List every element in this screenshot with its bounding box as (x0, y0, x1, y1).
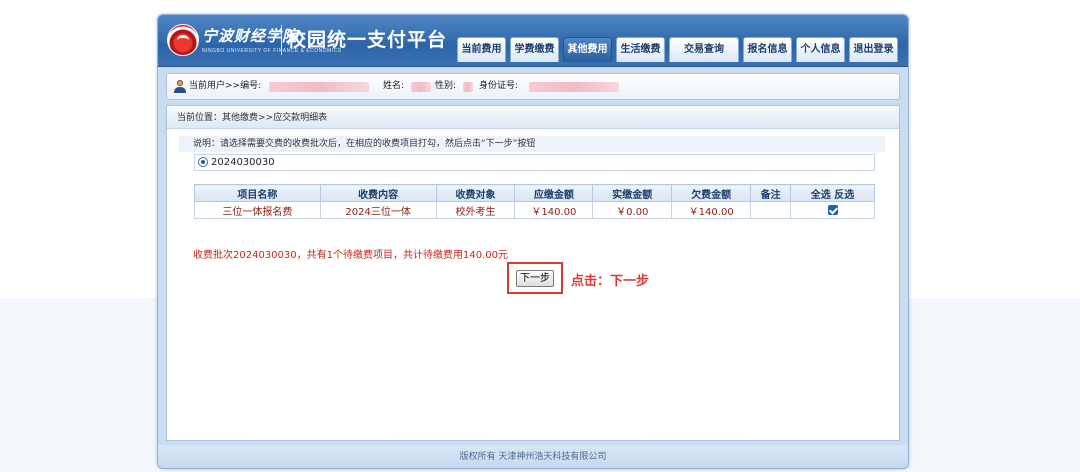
header-divider (281, 25, 282, 55)
user-info-bar: 当前用户>>编号: 姓名: 性别: 身份证号: (166, 73, 900, 100)
col-content: 收费内容 (319, 184, 437, 202)
col-target: 收费对象 (435, 184, 516, 202)
user-id-label: 当前用户>>编号: (189, 81, 262, 91)
fee-table: 项目名称 收费内容 收费对象 应缴金额 实缴金额 欠费金额 备注 全选 反选 三… (194, 184, 875, 219)
cell-owed: ￥140.00 (671, 201, 752, 219)
cell-content: 2024三位一体 (319, 201, 437, 219)
breadcrumb: 当前位置：其他缴费>>应交款明细表 (167, 108, 899, 129)
redacted-idcard (529, 82, 619, 92)
app-frame: 宁波财经学院 NINGBO UNIVERSITY OF FINANCE & EC… (157, 14, 909, 469)
tab-living-fees[interactable]: 生活缴费 (616, 37, 665, 62)
user-gender-label: 性别: (435, 81, 457, 91)
select-all-toggle[interactable]: 全选 反选 (790, 184, 875, 202)
header: 宁波财经学院 NINGBO UNIVERSITY OF FINANCE & EC… (158, 15, 908, 67)
tab-registration[interactable]: 报名信息 (743, 37, 792, 62)
user-name-label: 姓名: (383, 81, 405, 91)
col-item-name: 项目名称 (194, 184, 321, 202)
tab-tuition[interactable]: 学费缴费 (510, 37, 559, 62)
main-content: 当前位置：其他缴费>>应交款明细表 说明：请选择需要交费的收费批次后，在相应的收… (166, 105, 900, 441)
highlight-box: 下一步 (507, 262, 563, 294)
cell-note (750, 201, 792, 219)
click-hint-annotation: 点击：下一步 (571, 274, 650, 289)
tab-transactions[interactable]: 交易查询 (669, 37, 739, 62)
item-checkbox[interactable] (827, 204, 838, 215)
tab-current-fees[interactable]: 当前费用 (457, 37, 506, 62)
user-icon (174, 80, 186, 93)
batch-option[interactable]: 2024030030 (194, 154, 875, 171)
school-logo-icon (167, 24, 199, 56)
tab-logout[interactable]: 退出登录 (849, 37, 898, 62)
cell-due: ￥140.00 (514, 201, 594, 219)
cell-target: 校外考生 (435, 201, 516, 219)
instruction-notice: 说明：请选择需要交费的收费批次后，在相应的收费项目打勾，然后点击“下一步”按钮 (179, 136, 885, 152)
batch-number: 2024030030 (211, 157, 275, 168)
tab-other-fees[interactable]: 其他费用 (563, 37, 612, 62)
school-name: 宁波财经学院 (202, 27, 299, 45)
cell-select (790, 201, 875, 219)
tab-personal-info[interactable]: 个人信息 (796, 37, 845, 62)
cell-item-name: 三位一体报名费 (194, 201, 321, 219)
platform-title: 校园统一支付平台 (287, 29, 448, 51)
table-row: 三位一体报名费 2024三位一体 校外考生 ￥140.00 ￥0.00 ￥140… (194, 201, 875, 219)
redacted-name (411, 82, 431, 92)
table-header-row: 项目名称 收费内容 收费对象 应缴金额 实缴金额 欠费金额 备注 全选 反选 (194, 184, 875, 202)
col-due: 应缴金额 (514, 184, 594, 202)
redacted-gender (463, 82, 473, 92)
col-owed: 欠费金额 (671, 184, 752, 202)
col-note: 备注 (750, 184, 792, 202)
col-paid: 实缴金额 (592, 184, 673, 202)
batch-radio[interactable] (198, 157, 208, 167)
user-idcard-label: 身份证号: (479, 81, 519, 91)
footer-copyright: 版权所有 天津神州浩天科技有限公司 (158, 445, 908, 468)
cell-paid: ￥0.00 (592, 201, 673, 219)
next-step-button[interactable]: 下一步 (516, 270, 554, 287)
payment-summary: 收费批次2024030030，共有1个待缴费项目，共计待缴费用140.00元 (193, 250, 508, 261)
redacted-id (269, 82, 369, 92)
